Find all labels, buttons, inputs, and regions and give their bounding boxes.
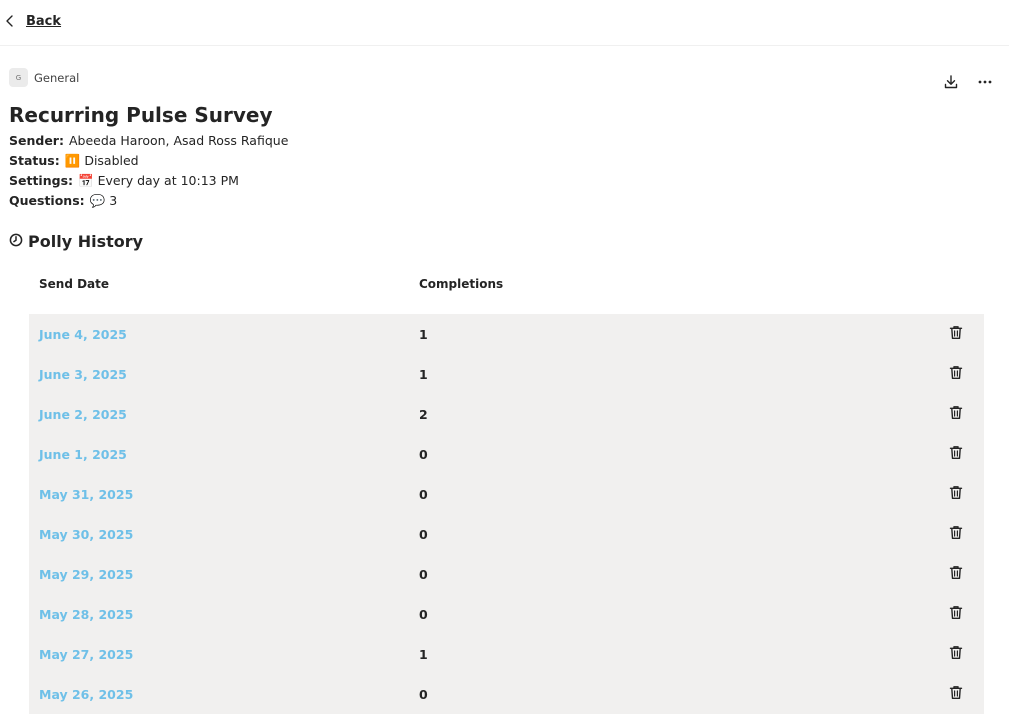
category-tag: G General xyxy=(9,68,79,87)
completions-count: 0 xyxy=(419,566,428,582)
back-label[interactable]: Back xyxy=(26,14,61,29)
more-options-button[interactable] xyxy=(971,72,999,96)
history-table: Send Date Completions June 4, 2025 1 Jun… xyxy=(29,264,984,714)
clock-icon xyxy=(9,232,23,251)
trash-icon xyxy=(949,605,963,623)
sender-label: Sender: xyxy=(9,133,64,148)
send-date-link[interactable]: May 30, 2025 xyxy=(39,527,133,542)
completions-count: 0 xyxy=(419,606,428,622)
send-date-link[interactable]: June 3, 2025 xyxy=(39,367,127,382)
questions-value: 3 xyxy=(109,193,118,208)
table-row: May 30, 2025 0 xyxy=(29,514,984,554)
delete-button[interactable] xyxy=(945,563,967,585)
trash-icon xyxy=(949,325,963,343)
download-button[interactable] xyxy=(937,72,965,96)
status-label: Status: xyxy=(9,153,60,168)
settings-value: Every day at 10:13 PM xyxy=(97,173,239,188)
history-heading: Polly History xyxy=(9,232,143,251)
delete-button[interactable] xyxy=(945,403,967,425)
survey-details: Sender: Abeeda Haroon, Asad Ross Rafique… xyxy=(9,131,288,211)
table-row: June 1, 2025 0 xyxy=(29,434,984,474)
settings-row: Settings: 📅 Every day at 10:13 PM xyxy=(9,171,288,191)
send-date-link[interactable]: June 1, 2025 xyxy=(39,447,127,462)
back-link[interactable]: Back xyxy=(4,10,61,32)
category-badge: G xyxy=(9,68,28,87)
sender-row: Sender: Abeeda Haroon, Asad Ross Rafique xyxy=(9,131,288,151)
pause-icon: ⏸️ xyxy=(64,153,81,168)
table-row: May 26, 2025 0 xyxy=(29,674,984,714)
history-title: Polly History xyxy=(28,232,144,251)
trash-icon xyxy=(949,645,963,663)
chevron-left-icon xyxy=(4,14,16,28)
delete-button[interactable] xyxy=(945,363,967,385)
delete-button[interactable] xyxy=(945,323,967,345)
sender-value: Abeeda Haroon, Asad Ross Rafique xyxy=(68,133,289,148)
trash-icon xyxy=(949,405,963,423)
questions-row: Questions: 💬 3 xyxy=(9,191,288,211)
completions-count: 1 xyxy=(419,646,428,662)
completions-count: 0 xyxy=(419,446,428,462)
download-icon xyxy=(943,74,959,94)
trash-icon xyxy=(949,565,963,583)
completions-count: 2 xyxy=(419,406,428,422)
trash-icon xyxy=(949,445,963,463)
trash-icon xyxy=(949,485,963,503)
calendar-icon: 📅 xyxy=(78,173,94,188)
table-row: May 31, 2025 0 xyxy=(29,474,984,514)
trash-icon xyxy=(949,685,963,703)
table-row: June 4, 2025 1 xyxy=(29,314,984,354)
send-date-link[interactable]: May 28, 2025 xyxy=(39,607,133,622)
trash-icon xyxy=(949,525,963,543)
table-body: June 4, 2025 1 June 3, 2025 1 June 2, 20… xyxy=(29,314,984,714)
status-value: Disabled xyxy=(84,153,139,168)
header-actions xyxy=(937,72,999,96)
delete-button[interactable] xyxy=(945,603,967,625)
delete-button[interactable] xyxy=(945,523,967,545)
column-completions: Completions xyxy=(419,277,504,291)
page-title: Recurring Pulse Survey xyxy=(9,103,273,127)
send-date-link[interactable]: May 31, 2025 xyxy=(39,487,133,502)
category-label: General xyxy=(34,70,80,85)
speech-bubble-icon: 💬 xyxy=(89,193,106,208)
status-row: Status: ⏸️ Disabled xyxy=(9,151,288,171)
completions-count: 0 xyxy=(419,686,428,702)
send-date-link[interactable]: June 4, 2025 xyxy=(39,327,127,342)
send-date-link[interactable]: May 29, 2025 xyxy=(39,567,133,582)
completions-count: 1 xyxy=(419,326,428,342)
send-date-link[interactable]: May 26, 2025 xyxy=(39,687,133,702)
top-bar: Back xyxy=(0,0,1009,46)
table-row: May 29, 2025 0 xyxy=(29,554,984,594)
questions-label: Questions: xyxy=(9,193,85,208)
trash-icon xyxy=(949,365,963,383)
table-row: June 2, 2025 2 xyxy=(29,394,984,434)
delete-button[interactable] xyxy=(945,443,967,465)
column-send-date: Send Date xyxy=(39,277,110,291)
send-date-link[interactable]: May 27, 2025 xyxy=(39,647,133,662)
table-row: June 3, 2025 1 xyxy=(29,354,984,394)
completions-count: 0 xyxy=(419,526,428,542)
settings-label: Settings: xyxy=(9,173,74,188)
delete-button[interactable] xyxy=(945,683,967,705)
table-row: May 28, 2025 0 xyxy=(29,594,984,634)
delete-button[interactable] xyxy=(945,643,967,665)
table-header: Send Date Completions xyxy=(29,264,984,304)
delete-button[interactable] xyxy=(945,483,967,505)
more-horizontal-icon xyxy=(977,74,993,94)
completions-count: 1 xyxy=(419,366,428,382)
completions-count: 0 xyxy=(419,486,428,502)
table-row: May 27, 2025 1 xyxy=(29,634,984,674)
send-date-link[interactable]: June 2, 2025 xyxy=(39,407,127,422)
